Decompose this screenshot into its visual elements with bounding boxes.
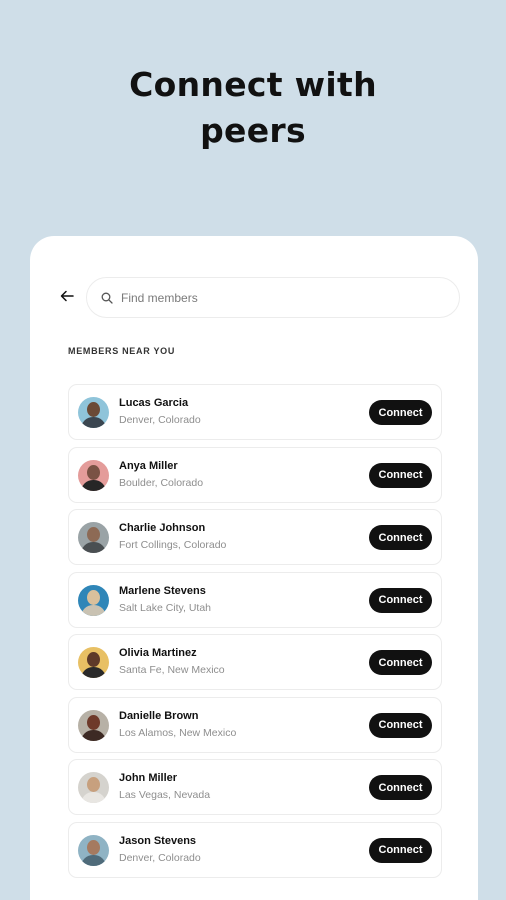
avatar-body	[81, 792, 106, 803]
avatar-head	[87, 589, 100, 605]
avatar-body	[81, 479, 106, 491]
member-name: Anya Miller	[119, 459, 178, 472]
member-row[interactable]: Olivia Martinez Santa Fe, New Mexico Conne…	[68, 634, 442, 690]
avatar-body	[81, 542, 106, 553]
member-location: Santa Fe, New Mexico	[119, 664, 225, 676]
section-title: MEMBERS NEAR YOU	[68, 346, 176, 356]
avatar-body	[81, 417, 106, 428]
avatar-head	[87, 464, 100, 480]
member-location: Salt Lake City, Utah	[119, 601, 212, 614]
avatar-head	[87, 839, 100, 855]
member-list: Lucas Garcia Denver, Colorado Connect Anya …	[68, 384, 442, 884]
member-row[interactable]: John Miller Las Vegas, Nevada Connect	[68, 759, 442, 815]
member-row[interactable]: Anya Miller Boulder, Colorado Connect	[68, 446, 442, 503]
members-card: MEMBERS NEAR YOU Lucas Garcia Denver, Col…	[30, 236, 478, 900]
avatar-head	[87, 402, 100, 417]
avatar	[78, 709, 109, 741]
member-name: Lucas Garcia	[119, 397, 189, 409]
connect-button[interactable]: Connect	[369, 837, 432, 863]
connect-button[interactable]: Connect	[369, 462, 432, 488]
member-location: Fort Collings, Colorado	[119, 539, 227, 551]
avatar-head	[87, 714, 100, 730]
avatar	[78, 459, 109, 491]
member-name: Jason Stevens	[119, 834, 197, 847]
member-row[interactable]: Charlie Johnson Fort Collings, Colorado Co…	[68, 509, 442, 565]
search-input[interactable]	[121, 290, 421, 305]
page-headline: Connect with peers	[0, 62, 506, 154]
member-name: Danielle Brown	[119, 709, 199, 722]
search-icon	[101, 292, 113, 304]
back-arrow-icon[interactable]	[60, 288, 74, 304]
member-location: Denver, Colorado	[119, 851, 201, 864]
member-name: Marlene Stevens	[119, 584, 206, 597]
avatar-body	[81, 604, 106, 616]
member-row[interactable]: Jason Stevens Denver, Colorado Connect	[68, 821, 442, 878]
avatar-head	[87, 527, 100, 542]
avatar-body	[81, 854, 106, 866]
avatar-body	[81, 729, 106, 741]
member-row[interactable]: Marlene Stevens Salt Lake City, Utah Conne…	[68, 571, 442, 628]
connect-button[interactable]: Connect	[369, 525, 432, 550]
search-field[interactable]	[86, 277, 460, 318]
avatar	[78, 584, 109, 616]
avatar-head	[87, 777, 100, 792]
avatar	[78, 647, 109, 678]
avatar	[78, 522, 109, 553]
avatar-head	[87, 652, 100, 667]
connect-button[interactable]: Connect	[369, 712, 432, 738]
connect-button[interactable]: Connect	[369, 775, 432, 800]
member-location: Denver, Colorado	[119, 414, 201, 426]
member-name: John Miller	[119, 772, 178, 784]
member-location: Los Alamos, New Mexico	[119, 726, 237, 739]
connect-button[interactable]: Connect	[369, 650, 432, 675]
avatar-body	[81, 667, 106, 678]
avatar	[78, 772, 109, 803]
member-row[interactable]: Danielle Brown Los Alamos, New Mexico Conn…	[68, 696, 442, 753]
connect-button[interactable]: Connect	[369, 587, 432, 613]
avatar	[78, 834, 109, 866]
connect-button[interactable]: Connect	[369, 400, 432, 425]
member-location: Boulder, Colorado	[119, 476, 204, 489]
headline-line-2: peers	[200, 111, 306, 150]
headline-line-1: Connect with	[129, 65, 377, 104]
avatar	[78, 397, 109, 428]
member-name: Charlie Johnson	[119, 522, 206, 534]
member-row[interactable]: Lucas Garcia Denver, Colorado Connect	[68, 384, 442, 440]
member-location: Las Vegas, Nevada	[119, 789, 211, 801]
member-name: Olivia Martinez	[119, 647, 197, 659]
